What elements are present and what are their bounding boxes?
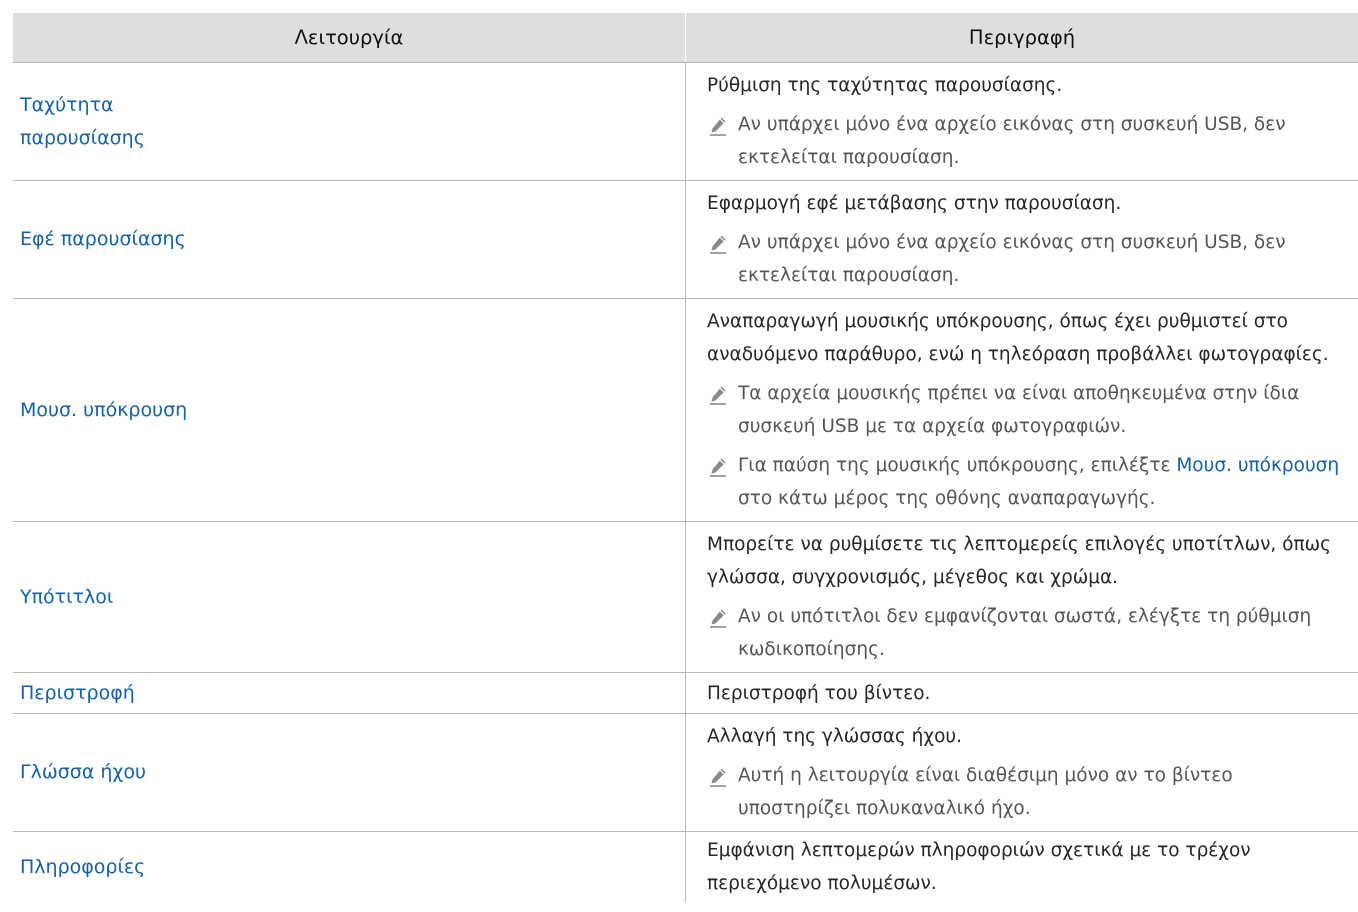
table-row: Ταχύτητα παρουσίασης Ρύθμιση της ταχύτητα…: [13, 62, 1358, 181]
note: Αν υπάρχει μόνο ένα αρχείο εικόνας στη σ…: [707, 108, 1350, 174]
note: Αυτή η λειτουργία είναι διαθέσιμη μόνο α…: [707, 759, 1350, 825]
function-label: Πληροφορίες: [20, 855, 146, 878]
pencil-icon: [709, 455, 727, 477]
pencil-icon: [709, 765, 727, 787]
table-row: Πληροφορίες Εμφάνιση λεπτομερών πληροφορι…: [13, 831, 1358, 903]
description-cell: Αναπαραγωγή μουσικής υπόκρουσης, όπως έχ…: [685, 298, 1358, 522]
pencil-icon: [709, 383, 727, 405]
note-text: Για παύση της μουσικής υπόκρουσης, επιλέ…: [738, 455, 1177, 476]
pencil-icon: [709, 606, 727, 628]
description-text: Εφαρμογή εφέ μετάβασης στην παρουσίαση.: [707, 193, 1122, 214]
note-text: Τα αρχεία μουσικής πρέπει να είναι αποθη…: [738, 383, 1300, 437]
function-cell: Εφέ παρουσίασης: [13, 180, 686, 299]
table-row: Περιστροφή Περιστροφή του βίντεο.: [13, 672, 1358, 714]
note: Αν υπάρχει μόνο ένα αρχείο εικόνας στη σ…: [707, 226, 1350, 292]
description-cell: Ρύθμιση της ταχύτητας παρουσίασης. Αν υπά…: [685, 62, 1358, 181]
pencil-icon: [709, 232, 727, 254]
table-row: Γλώσσα ήχου Αλλαγή της γλώσσας ήχου. Αυτή …: [13, 713, 1358, 832]
pencil-icon: [709, 114, 727, 136]
description-cell: Εμφάνιση λεπτομερών πληροφοριών σχετικά …: [686, 832, 1358, 903]
note: Για παύση της μουσικής υπόκρουσης, επιλέ…: [707, 449, 1350, 515]
description-text: Αλλαγή της γλώσσας ήχου.: [707, 726, 962, 747]
description-text: Αναπαραγωγή μουσικής υπόκρουσης, όπως έχ…: [707, 311, 1329, 365]
description-cell: Εφαρμογή εφέ μετάβασης στην παρουσίαση. Α…: [685, 180, 1358, 299]
note-text: στο κάτω μέρος της οθόνης αναπαραγωγής.: [738, 488, 1156, 509]
table-row: Εφέ παρουσίασης Εφαρμογή εφέ μετάβασης στ…: [13, 180, 1358, 299]
note: Τα αρχεία μουσικής πρέπει να είναι αποθη…: [707, 377, 1350, 443]
note-text: Αν οι υπότιτλοι δεν εμφανίζονται σωστά, …: [738, 606, 1312, 660]
description-text: Μπορείτε να ρυθμίσετε τις λεπτομερείς επ…: [707, 534, 1331, 588]
description-text: Ρύθμιση της ταχύτητας παρουσίασης.: [707, 75, 1063, 96]
note-highlight-term: Μουσ. υπόκρουση: [1176, 455, 1340, 476]
table-header-row: Λειτουργία Περιγραφή: [13, 13, 1358, 63]
table-row: Υπότιτλοι Μπορείτε να ρυθμίσετε τις λεπτο…: [13, 521, 1358, 673]
header-description: Περιγραφή: [685, 13, 1358, 63]
note-text: Αν υπάρχει μόνο ένα αρχείο εικόνας στη σ…: [738, 232, 1286, 286]
function-label: Μουσ. υπόκρουση: [20, 398, 188, 421]
note: Αν οι υπότιτλοι δεν εμφανίζονται σωστά, …: [707, 600, 1350, 666]
function-label: Ταχύτητα παρουσίασης: [20, 93, 145, 149]
function-cell: Υπότιτλοι: [13, 521, 686, 673]
function-cell: Πληροφορίες: [13, 831, 686, 902]
function-label: Περιστροφή: [20, 681, 135, 704]
function-cell: Γλώσσα ήχου: [13, 713, 686, 832]
function-label: Εφέ παρουσίασης: [20, 228, 186, 250]
function-cell: Μουσ. υπόκρουση: [13, 298, 686, 522]
function-label: Γλώσσα ήχου: [20, 761, 147, 783]
description-cell: Μπορείτε να ρυθμίσετε τις λεπτομερείς επ…: [685, 521, 1358, 673]
table-body: Ταχύτητα παρουσίασης Ρύθμιση της ταχύτητα…: [13, 62, 1358, 903]
function-cell: Περιστροφή: [13, 672, 686, 714]
note-text: Αν υπάρχει μόνο ένα αρχείο εικόνας στη σ…: [738, 114, 1286, 168]
description-text: Περιστροφή του βίντεο.: [707, 682, 931, 704]
functions-table: Λειτουργία Περιγραφή Ταχύτητα παρουσίαση…: [13, 13, 1358, 902]
header-function: Λειτουργία: [13, 13, 686, 63]
table-row: Μουσ. υπόκρουση Αναπαραγωγή μουσικής υπόκ…: [13, 298, 1358, 522]
description-cell: Αλλαγή της γλώσσας ήχου. Αυτή η λειτουργί…: [685, 713, 1358, 832]
note-text: Αυτή η λειτουργία είναι διαθέσιμη μόνο α…: [738, 765, 1233, 819]
function-label: Υπότιτλοι: [20, 585, 114, 608]
description-text: Εμφάνιση λεπτομερών πληροφοριών σχετικά …: [707, 840, 1251, 894]
description-cell: Περιστροφή του βίντεο.: [685, 672, 1358, 714]
function-cell: Ταχύτητα παρουσίασης: [13, 62, 686, 181]
